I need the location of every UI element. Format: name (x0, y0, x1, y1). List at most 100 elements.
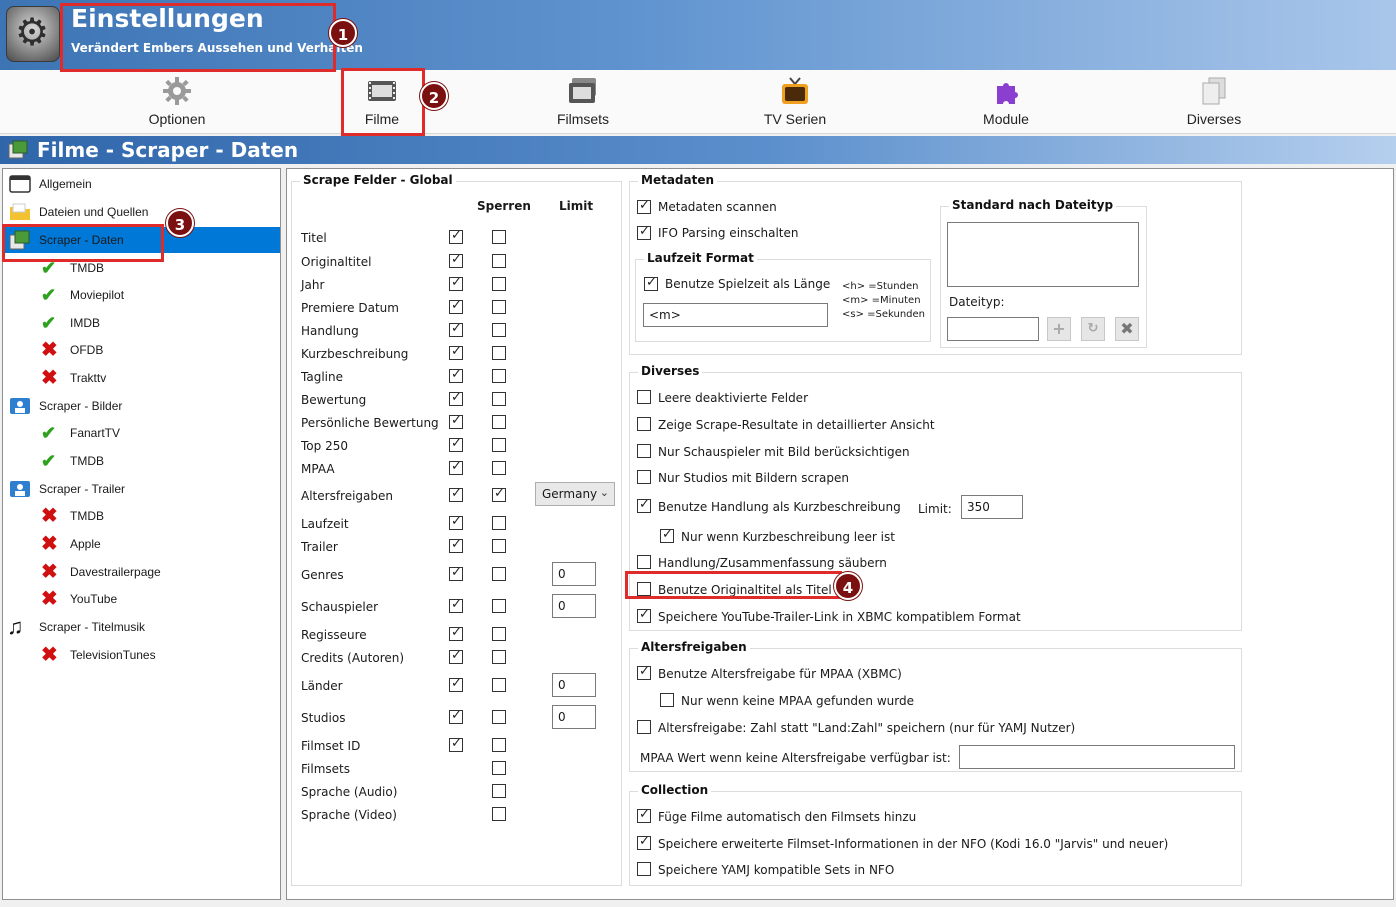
scrape-field-lock-checkbox[interactable] (492, 807, 506, 821)
leere-felder-checkbox[interactable] (637, 390, 651, 404)
tree-item-scraper-titelmusik[interactable]: ♫ Scraper - Titelmusik (3, 614, 280, 640)
x-icon: ✖ (41, 367, 58, 389)
scrape-field-enabled-checkbox[interactable] (449, 228, 463, 244)
scrape-field-lock-checkbox[interactable] (492, 369, 506, 383)
refresh-icon[interactable]: ↻ (1081, 317, 1105, 341)
saeubern-checkbox[interactable] (637, 555, 651, 569)
scrape-field-enabled-checkbox[interactable] (449, 390, 463, 406)
scrape-field-enabled-checkbox[interactable] (449, 275, 463, 291)
filmsets-auto-checkbox[interactable] (637, 807, 651, 823)
scrape-field-lock-checkbox[interactable] (492, 784, 506, 798)
scrape-field-lock-checkbox[interactable] (492, 678, 506, 692)
spielzeit-laenge-checkbox[interactable] (644, 275, 658, 291)
tree-item-trakttv[interactable]: ✖ Trakttv (3, 365, 280, 391)
scrape-field-enabled-checkbox[interactable] (449, 367, 463, 383)
scrape-field-enabled-checkbox[interactable] (449, 625, 463, 641)
tree-item-imdb[interactable]: ✔ IMDB (3, 310, 280, 336)
scrape-field-enabled-checkbox[interactable] (449, 252, 463, 268)
scrape-field-lock-checkbox[interactable] (492, 650, 506, 664)
scrape-field-lock-checkbox[interactable] (492, 761, 506, 775)
tree-item-tmdb-trailer[interactable]: ✖ TMDB (3, 503, 280, 529)
scrape-field-lock-checkbox[interactable] (492, 323, 506, 337)
youtube-link-checkbox[interactable] (637, 607, 651, 623)
scrape-field-lock-checkbox[interactable] (492, 738, 506, 752)
scrape-field-lock-checkbox[interactable] (492, 486, 506, 502)
scrape-field-lock-checkbox[interactable] (492, 230, 506, 244)
scrape-field-enabled-checkbox[interactable] (449, 648, 463, 664)
toolbar-diverses[interactable]: Diverses (1164, 74, 1264, 130)
tree-item-scraper-bilder[interactable]: Scraper - Bilder (3, 393, 280, 419)
scrape-field-label: Genres (301, 568, 344, 582)
scrape-field-lock-checkbox[interactable] (492, 567, 506, 581)
tree-item-dateien[interactable]: Dateien und Quellen (3, 199, 280, 225)
scrape-field-limit-input[interactable]: 0 (552, 673, 596, 697)
scrape-field-lock-checkbox[interactable] (492, 438, 506, 452)
scrape-field-lock-checkbox[interactable] (492, 300, 506, 314)
tree-item-scraper-trailer[interactable]: Scraper - Trailer (3, 476, 280, 502)
tree-item-youtube[interactable]: ✖ YouTube (3, 586, 280, 612)
scrape-field-enabled-checkbox[interactable] (449, 514, 463, 530)
toolbar-module[interactable]: Module (956, 74, 1056, 130)
scrape-field-limit-input[interactable]: 0 (552, 562, 596, 586)
scrape-field-lock-checkbox[interactable] (492, 415, 506, 429)
zahl-statt-land-checkbox[interactable] (637, 720, 651, 734)
tree-item-allgemein[interactable]: Allgemein (3, 171, 280, 197)
filmset-erweitert-checkbox[interactable] (637, 834, 651, 850)
scrape-field-lock-checkbox[interactable] (492, 627, 506, 641)
tree-item-fanarttv[interactable]: ✔ FanartTV (3, 420, 280, 446)
tree-item-apple[interactable]: ✖ Apple (3, 531, 280, 557)
scrape-field-lock-checkbox[interactable] (492, 516, 506, 530)
dateityp-input[interactable] (947, 317, 1039, 341)
tree-item-moviepilot[interactable]: ✔ Moviepilot (3, 282, 280, 308)
limit-input[interactable]: 350 (961, 495, 1023, 519)
detaillierte-ansicht-checkbox[interactable] (637, 417, 651, 431)
scrape-field-lock-checkbox[interactable] (492, 392, 506, 406)
tree-item-televisiontunes[interactable]: ✖ TelevisionTunes (3, 642, 280, 668)
dateityp-list[interactable] (947, 222, 1139, 287)
tree-item-ofdb[interactable]: ✖ OFDB (3, 337, 280, 363)
mpaa-wert-input[interactable] (959, 745, 1235, 769)
studios-bilder-checkbox[interactable] (637, 470, 651, 484)
scrape-field-enabled-checkbox[interactable] (449, 298, 463, 314)
scrape-field-enabled-checkbox[interactable] (449, 597, 463, 613)
remove-icon[interactable]: ✖ (1115, 317, 1139, 341)
schauspieler-bild-checkbox[interactable] (637, 444, 651, 458)
group-title: Collection (638, 783, 712, 797)
scrape-field-lock-checkbox[interactable] (492, 710, 506, 724)
scrape-field-lock-checkbox[interactable] (492, 461, 506, 475)
metadaten-scannen-checkbox[interactable] (637, 198, 651, 214)
scrape-field-enabled-checkbox[interactable] (449, 344, 463, 360)
laufzeit-format-input[interactable]: <m> (643, 303, 828, 327)
scrape-field-enabled-checkbox[interactable] (449, 413, 463, 429)
mpaa-altersfreigabe-checkbox[interactable] (637, 664, 651, 680)
scrape-field-lock-checkbox[interactable] (492, 539, 506, 553)
scrape-field-enabled-checkbox[interactable] (449, 736, 463, 752)
tree-item-tmdb-bilder[interactable]: ✔ TMDB (3, 448, 280, 474)
add-icon[interactable]: + (1047, 317, 1071, 341)
scrape-field-lock-checkbox[interactable] (492, 346, 506, 360)
scrape-field-lock-checkbox[interactable] (492, 277, 506, 291)
scrape-field-enabled-checkbox[interactable] (449, 565, 463, 581)
scrape-field-enabled-checkbox[interactable] (449, 436, 463, 452)
nur-wenn-leer-checkbox[interactable] (660, 527, 674, 543)
scrape-field-lock-checkbox[interactable] (492, 599, 506, 613)
category-toolbar: Optionen Filme Filmsets TV Serien Module… (0, 70, 1396, 134)
scrape-field-lock-checkbox[interactable] (492, 254, 506, 268)
toolbar-filmsets[interactable]: Filmsets (533, 74, 633, 130)
toolbar-tv-serien[interactable]: TV Serien (745, 74, 845, 130)
scrape-field-enabled-checkbox[interactable] (449, 708, 463, 724)
scrape-field-enabled-checkbox[interactable] (449, 537, 463, 553)
scrape-field-limit-input[interactable]: 0 (552, 594, 596, 618)
scrape-field-enabled-checkbox[interactable] (449, 459, 463, 475)
scrape-field-enabled-checkbox[interactable] (449, 676, 463, 692)
scrape-field-enabled-checkbox[interactable] (449, 486, 463, 502)
nur-wenn-keine-mpaa-checkbox[interactable] (660, 693, 674, 707)
tree-item-davestrailerpage[interactable]: ✖ Davestrailerpage (3, 559, 280, 585)
yamj-sets-checkbox[interactable] (637, 862, 651, 876)
scrape-field-enabled-checkbox[interactable] (449, 321, 463, 337)
scrape-field-limit-input[interactable]: 0 (552, 705, 596, 729)
handlung-kurzbeschreibung-checkbox[interactable] (637, 497, 651, 513)
country-select[interactable]: Germany ⌄ (535, 482, 615, 506)
ifo-parsing-checkbox[interactable] (637, 224, 651, 240)
toolbar-optionen[interactable]: Optionen (127, 74, 227, 130)
